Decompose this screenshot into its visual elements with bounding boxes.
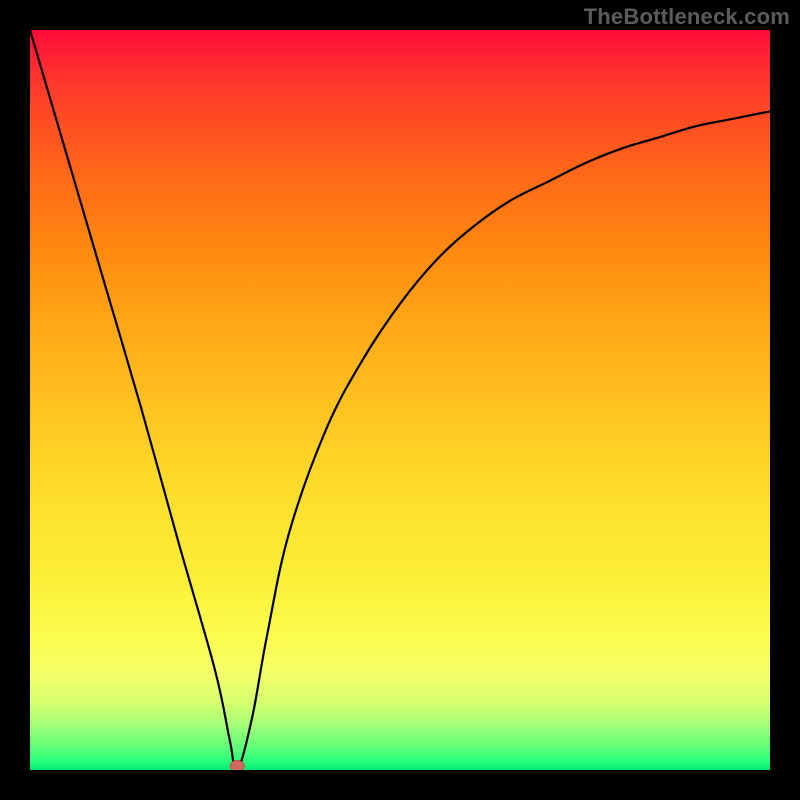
mismatch-curve xyxy=(30,30,770,770)
curve-layer xyxy=(30,30,770,770)
chart-frame: TheBottleneck.com xyxy=(0,0,800,800)
watermark-label: TheBottleneck.com xyxy=(584,4,790,30)
optimum-marker-icon xyxy=(230,761,244,771)
plot-area xyxy=(30,30,770,770)
